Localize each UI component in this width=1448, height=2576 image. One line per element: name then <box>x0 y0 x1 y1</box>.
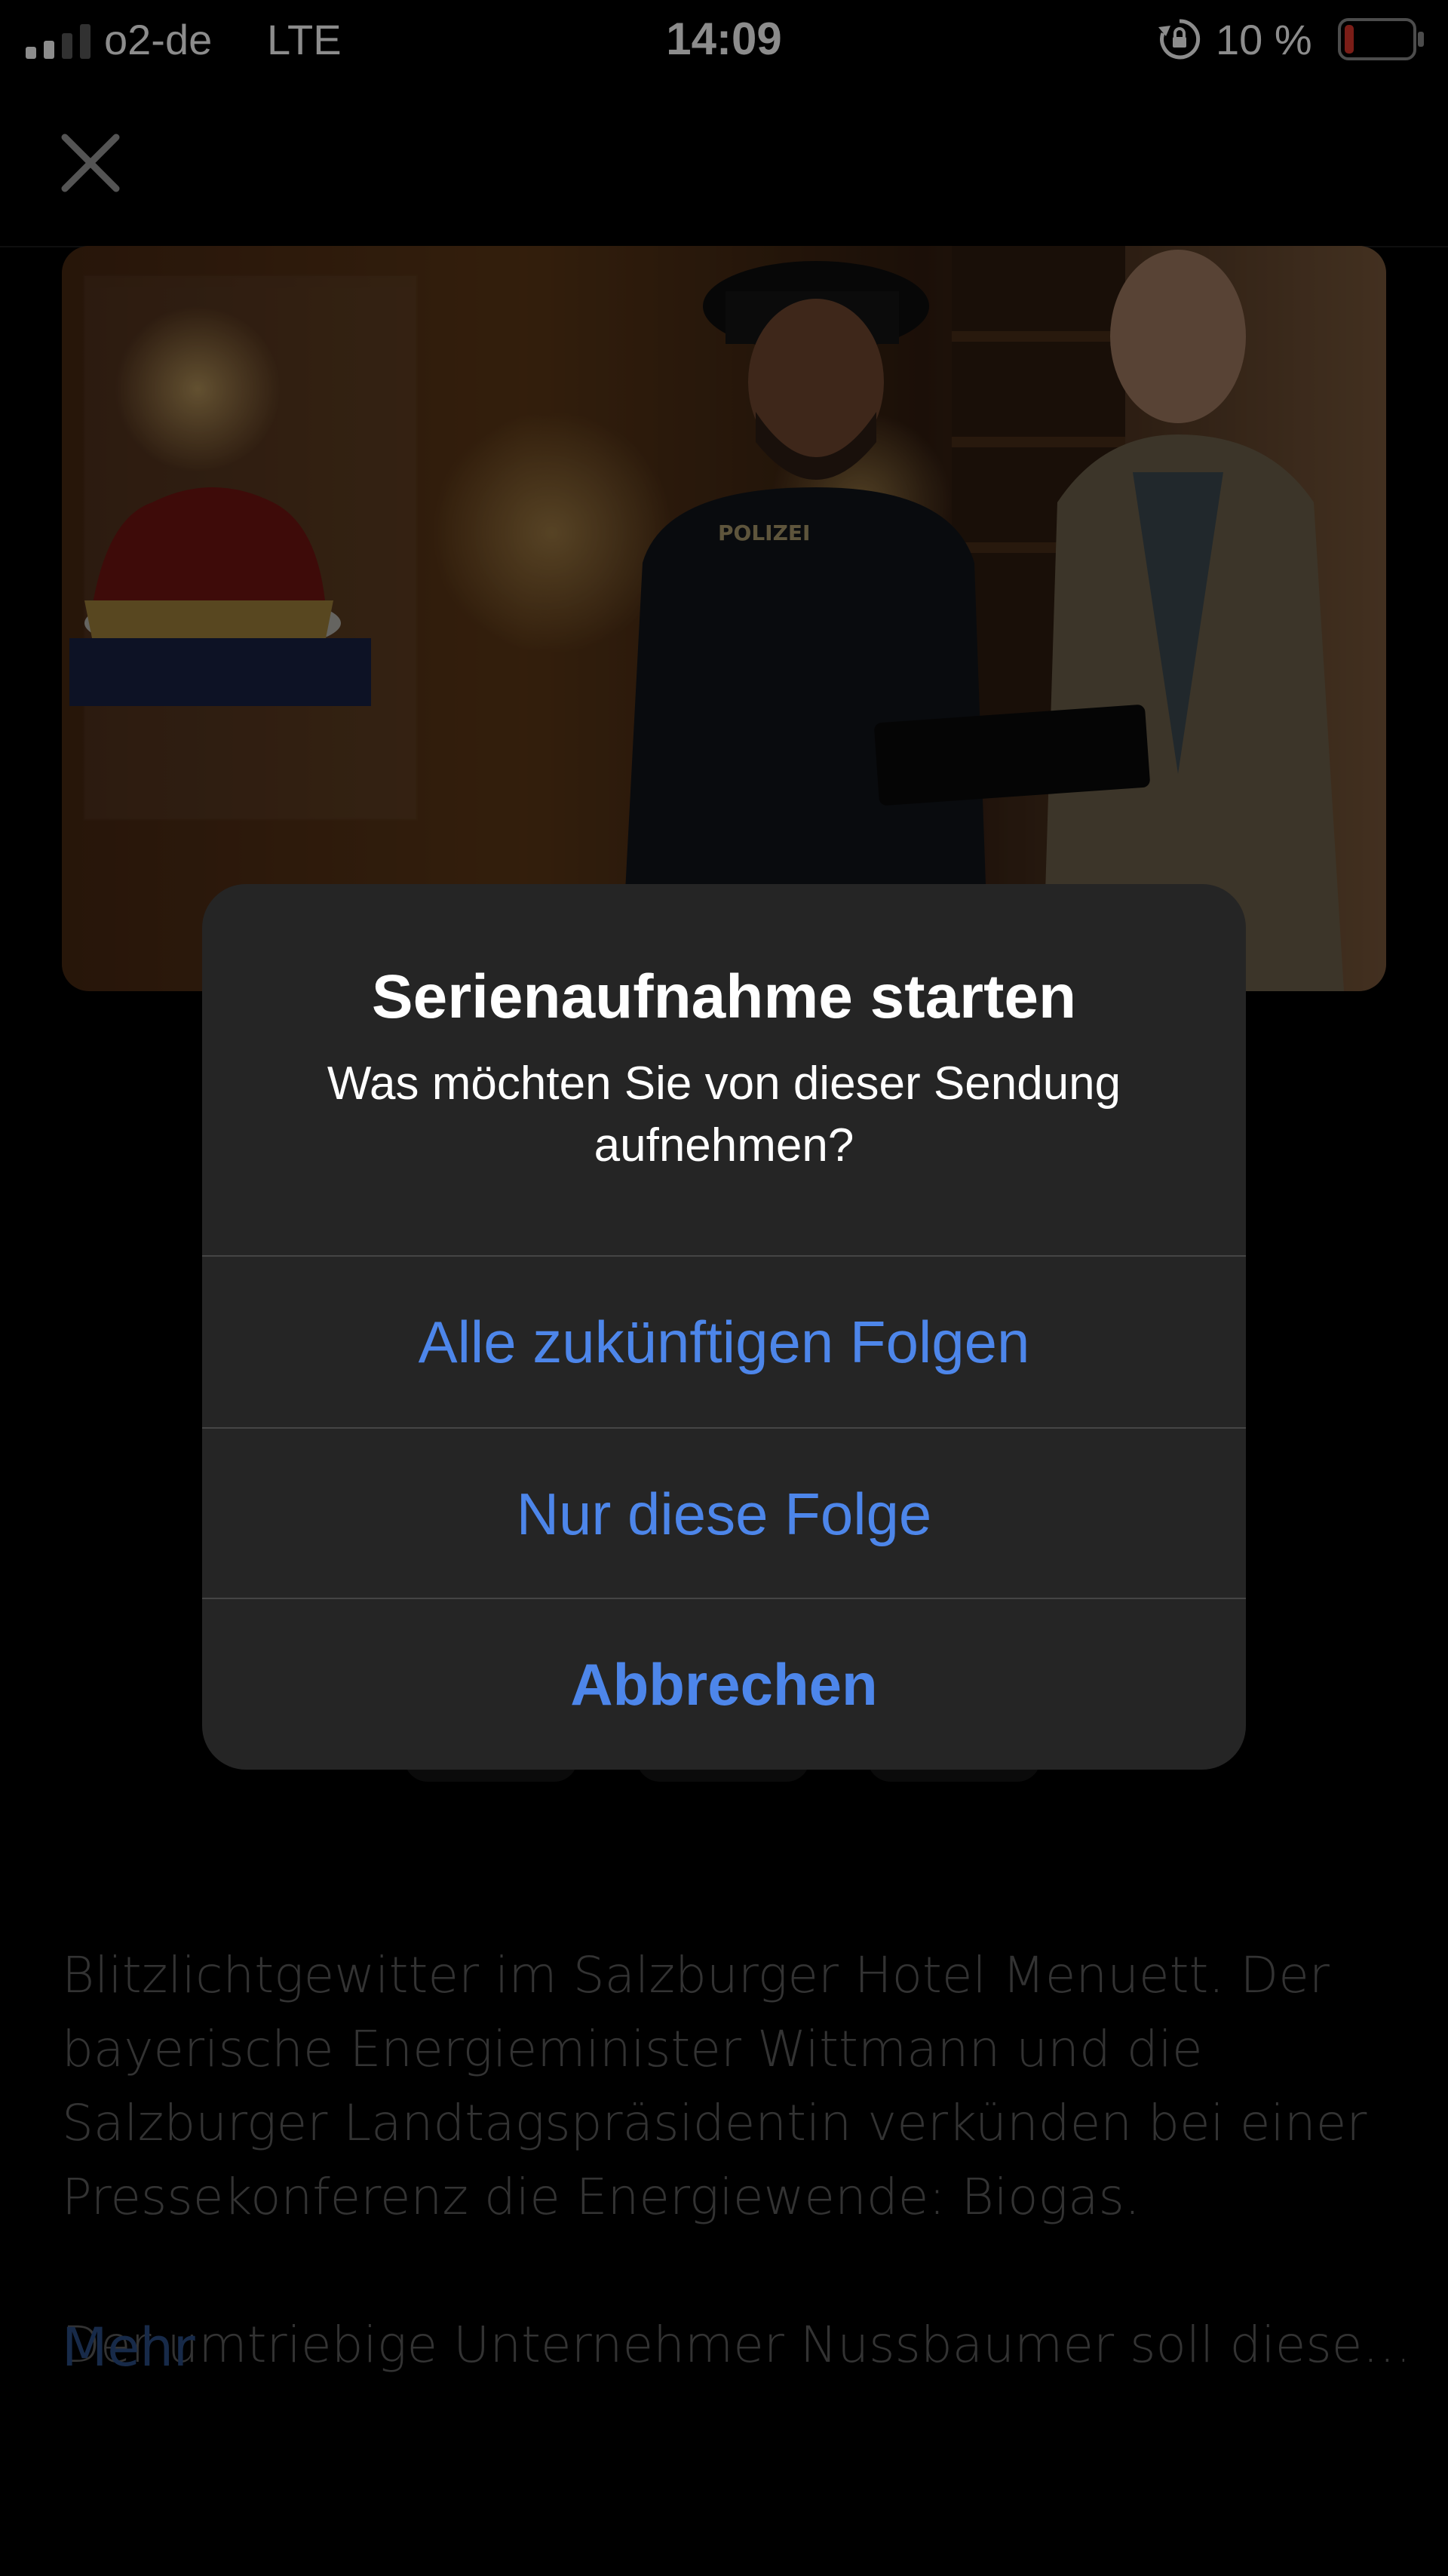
this-episode-button[interactable]: Nur diese Folge <box>202 1429 1246 1599</box>
alert-title: Serienaufnahme starten <box>371 963 1077 1031</box>
all-episodes-button[interactable]: Alle zukünftigen Folgen <box>202 1257 1246 1427</box>
alert-message: Was möchten Sie von dieser Sendung aufne… <box>327 1058 1121 1171</box>
cancel-button[interactable]: Abbrechen <box>202 1599 1246 1770</box>
series-recording-alert: Serienaufnahme starten Was möchten Sie v… <box>202 884 1246 1770</box>
